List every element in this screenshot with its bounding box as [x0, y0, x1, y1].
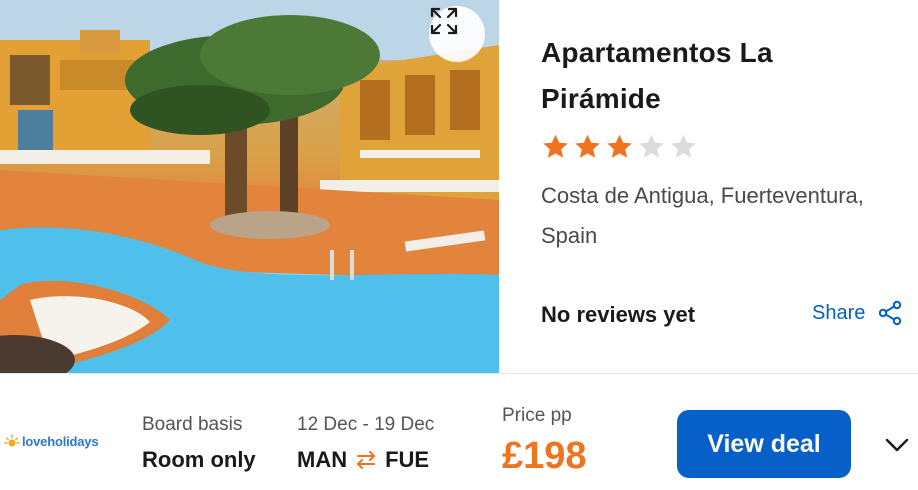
chevron-down-icon[interactable]: [884, 432, 910, 458]
board-basis-value: Room only: [142, 447, 256, 472]
hotel-location: Costa de Antigua, Fuerteventura, Spain: [541, 183, 864, 248]
star-rating: [540, 132, 699, 162]
provider-logo: loveholidays: [4, 433, 99, 449]
expand-photo-button[interactable]: [429, 6, 485, 62]
hotel-name[interactable]: Apartamentos La Pirámide: [541, 30, 871, 122]
swap-arrows-icon: [357, 451, 376, 469]
section-divider: [0, 373, 918, 374]
expand-icon: [430, 7, 458, 35]
share-button[interactable]: Share: [812, 300, 903, 326]
view-deal-button[interactable]: View deal: [677, 410, 851, 478]
price-value: £198: [502, 435, 587, 477]
flight-route: MAN FUE: [297, 447, 429, 473]
destination-airport: FUE: [385, 447, 430, 472]
origin-airport: MAN: [297, 447, 348, 472]
star-filled-icon: [575, 134, 600, 158]
star-empty-icon: [671, 134, 696, 158]
reviews-status: No reviews yet: [541, 302, 696, 327]
star-empty-icon: [639, 134, 664, 158]
hotel-photo-illustration: [0, 0, 499, 373]
hotel-photo[interactable]: [0, 0, 499, 373]
board-basis-label: Board basis: [142, 414, 243, 435]
star-filled-icon: [543, 134, 568, 158]
sun-icon: [4, 434, 20, 447]
price-label: Price pp: [502, 405, 572, 426]
provider-name: loveholidays: [22, 433, 99, 449]
travel-dates: 12 Dec - 19 Dec: [297, 414, 435, 435]
share-icon: [879, 300, 902, 326]
star-filled-icon: [607, 134, 632, 158]
share-label: Share: [812, 301, 866, 324]
